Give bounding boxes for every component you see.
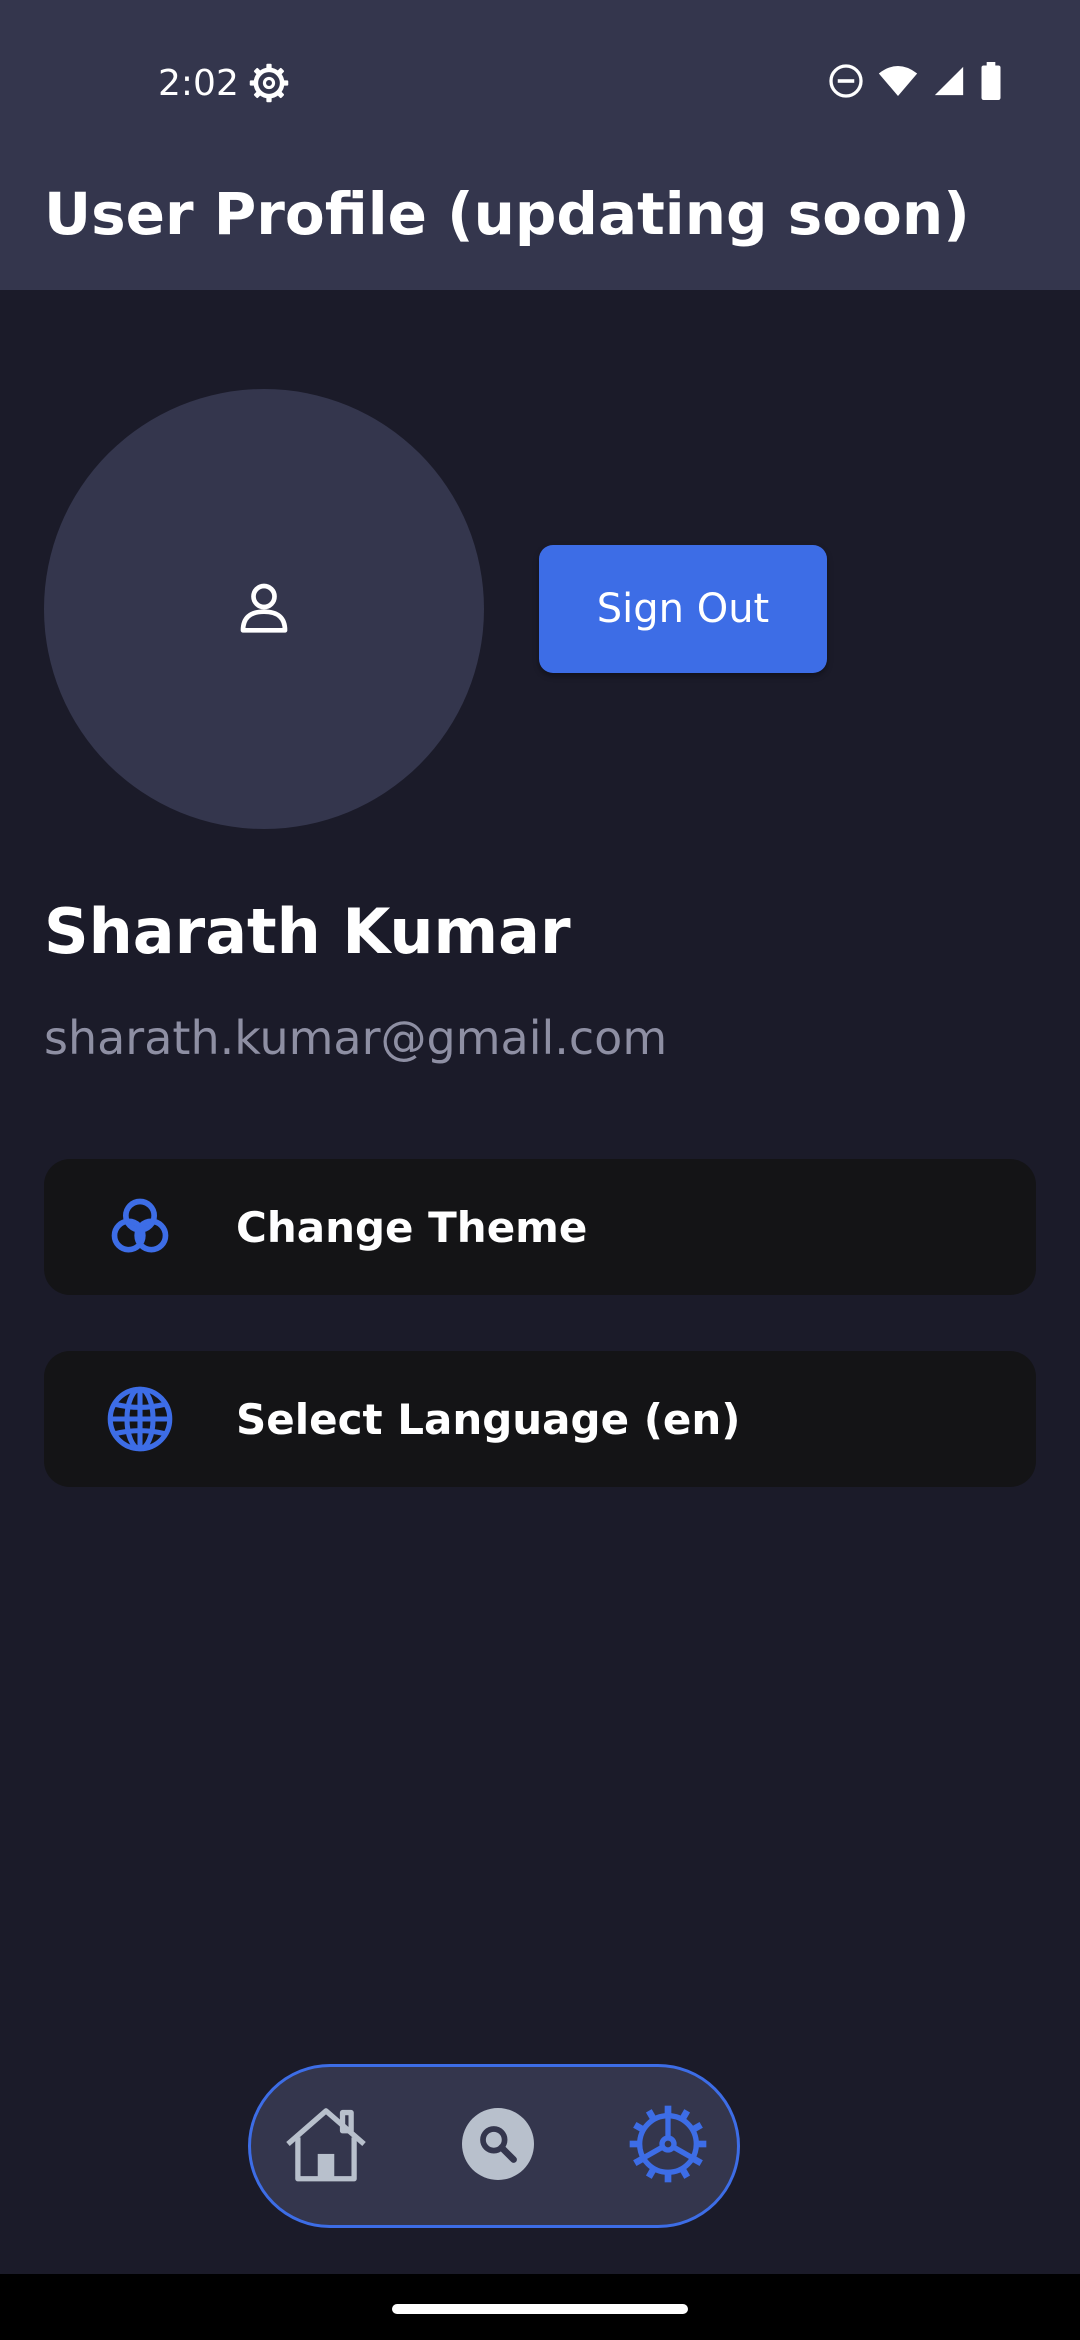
theme-circles-icon — [106, 1193, 174, 1261]
change-theme-button[interactable]: Change Theme — [44, 1159, 1036, 1295]
home-icon — [283, 2104, 369, 2188]
sign-out-button[interactable]: Sign Out — [539, 545, 827, 673]
status-bar: 2:02 — [0, 0, 1080, 166]
system-nav-bar — [0, 2274, 1080, 2340]
globe-icon — [106, 1385, 174, 1453]
select-language-button[interactable]: Select Language (en) — [44, 1351, 1036, 1487]
settings-icon — [628, 2104, 708, 2188]
nav-search-button[interactable] — [443, 2067, 553, 2225]
gear-icon — [248, 62, 290, 104]
page-title: User Profile (updating soon) — [44, 180, 970, 248]
wifi-icon — [878, 64, 918, 102]
user-email: sharath.kumar@gmail.com — [44, 1011, 668, 1065]
do-not-disturb-icon — [828, 63, 864, 103]
battery-icon — [980, 62, 1002, 104]
user-name: Sharath Kumar — [44, 895, 571, 968]
nav-settings-button[interactable] — [613, 2067, 723, 2225]
change-theme-label: Change Theme — [236, 1202, 588, 1252]
cell-signal-icon — [932, 64, 966, 102]
person-icon — [236, 579, 292, 639]
avatar[interactable] — [44, 389, 484, 829]
status-icons — [828, 62, 1002, 104]
nav-home-button[interactable] — [271, 2067, 381, 2225]
status-time: 2:02 — [158, 63, 239, 104]
select-language-label: Select Language (en) — [236, 1394, 741, 1444]
search-icon — [462, 2108, 534, 2184]
bottom-nav — [248, 2064, 740, 2228]
home-gesture-bar[interactable] — [392, 2304, 688, 2314]
